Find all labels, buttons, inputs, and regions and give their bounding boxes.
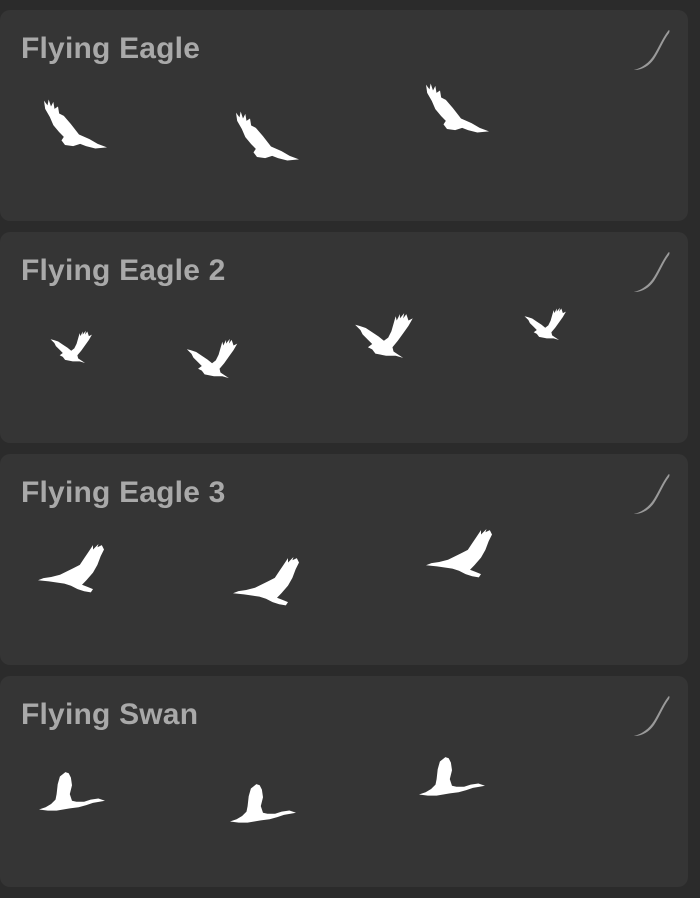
eagle-gliding-icon xyxy=(233,557,299,623)
eagle-rising-icon xyxy=(353,312,417,376)
brush-list: Flying Eagle Flying Eagle 2 Flying Eagle… xyxy=(0,10,700,898)
brush-stroke-icon xyxy=(632,250,670,294)
brush-item-flying-swan[interactable]: Flying Swan xyxy=(0,676,688,887)
eagle-soaring-icon xyxy=(229,108,299,178)
brush-item-flying-eagle-2[interactable]: Flying Eagle 2 xyxy=(0,232,688,443)
brush-item-flying-eagle-3[interactable]: Flying Eagle 3 xyxy=(0,454,688,665)
eagle-rising-icon xyxy=(49,330,95,376)
eagle-rising-icon xyxy=(523,307,569,353)
brush-item-flying-eagle[interactable]: Flying Eagle xyxy=(0,10,688,221)
brush-stroke-icon xyxy=(632,472,670,516)
swan-flying-icon xyxy=(39,771,105,837)
eagle-soaring-icon xyxy=(419,80,489,150)
brush-title: Flying Eagle 3 xyxy=(21,476,226,509)
eagle-gliding-icon xyxy=(38,544,104,610)
brush-title: Flying Eagle xyxy=(21,32,201,65)
swan-flying-icon xyxy=(230,783,296,849)
eagle-soaring-icon xyxy=(37,96,107,166)
brush-stroke-icon xyxy=(632,694,670,738)
brush-stroke-icon xyxy=(632,28,670,72)
brush-title: Flying Eagle 2 xyxy=(21,254,226,287)
brush-title: Flying Swan xyxy=(21,698,199,731)
eagle-gliding-icon xyxy=(426,529,492,595)
eagle-rising-icon xyxy=(185,338,241,394)
swan-flying-icon xyxy=(419,756,485,822)
